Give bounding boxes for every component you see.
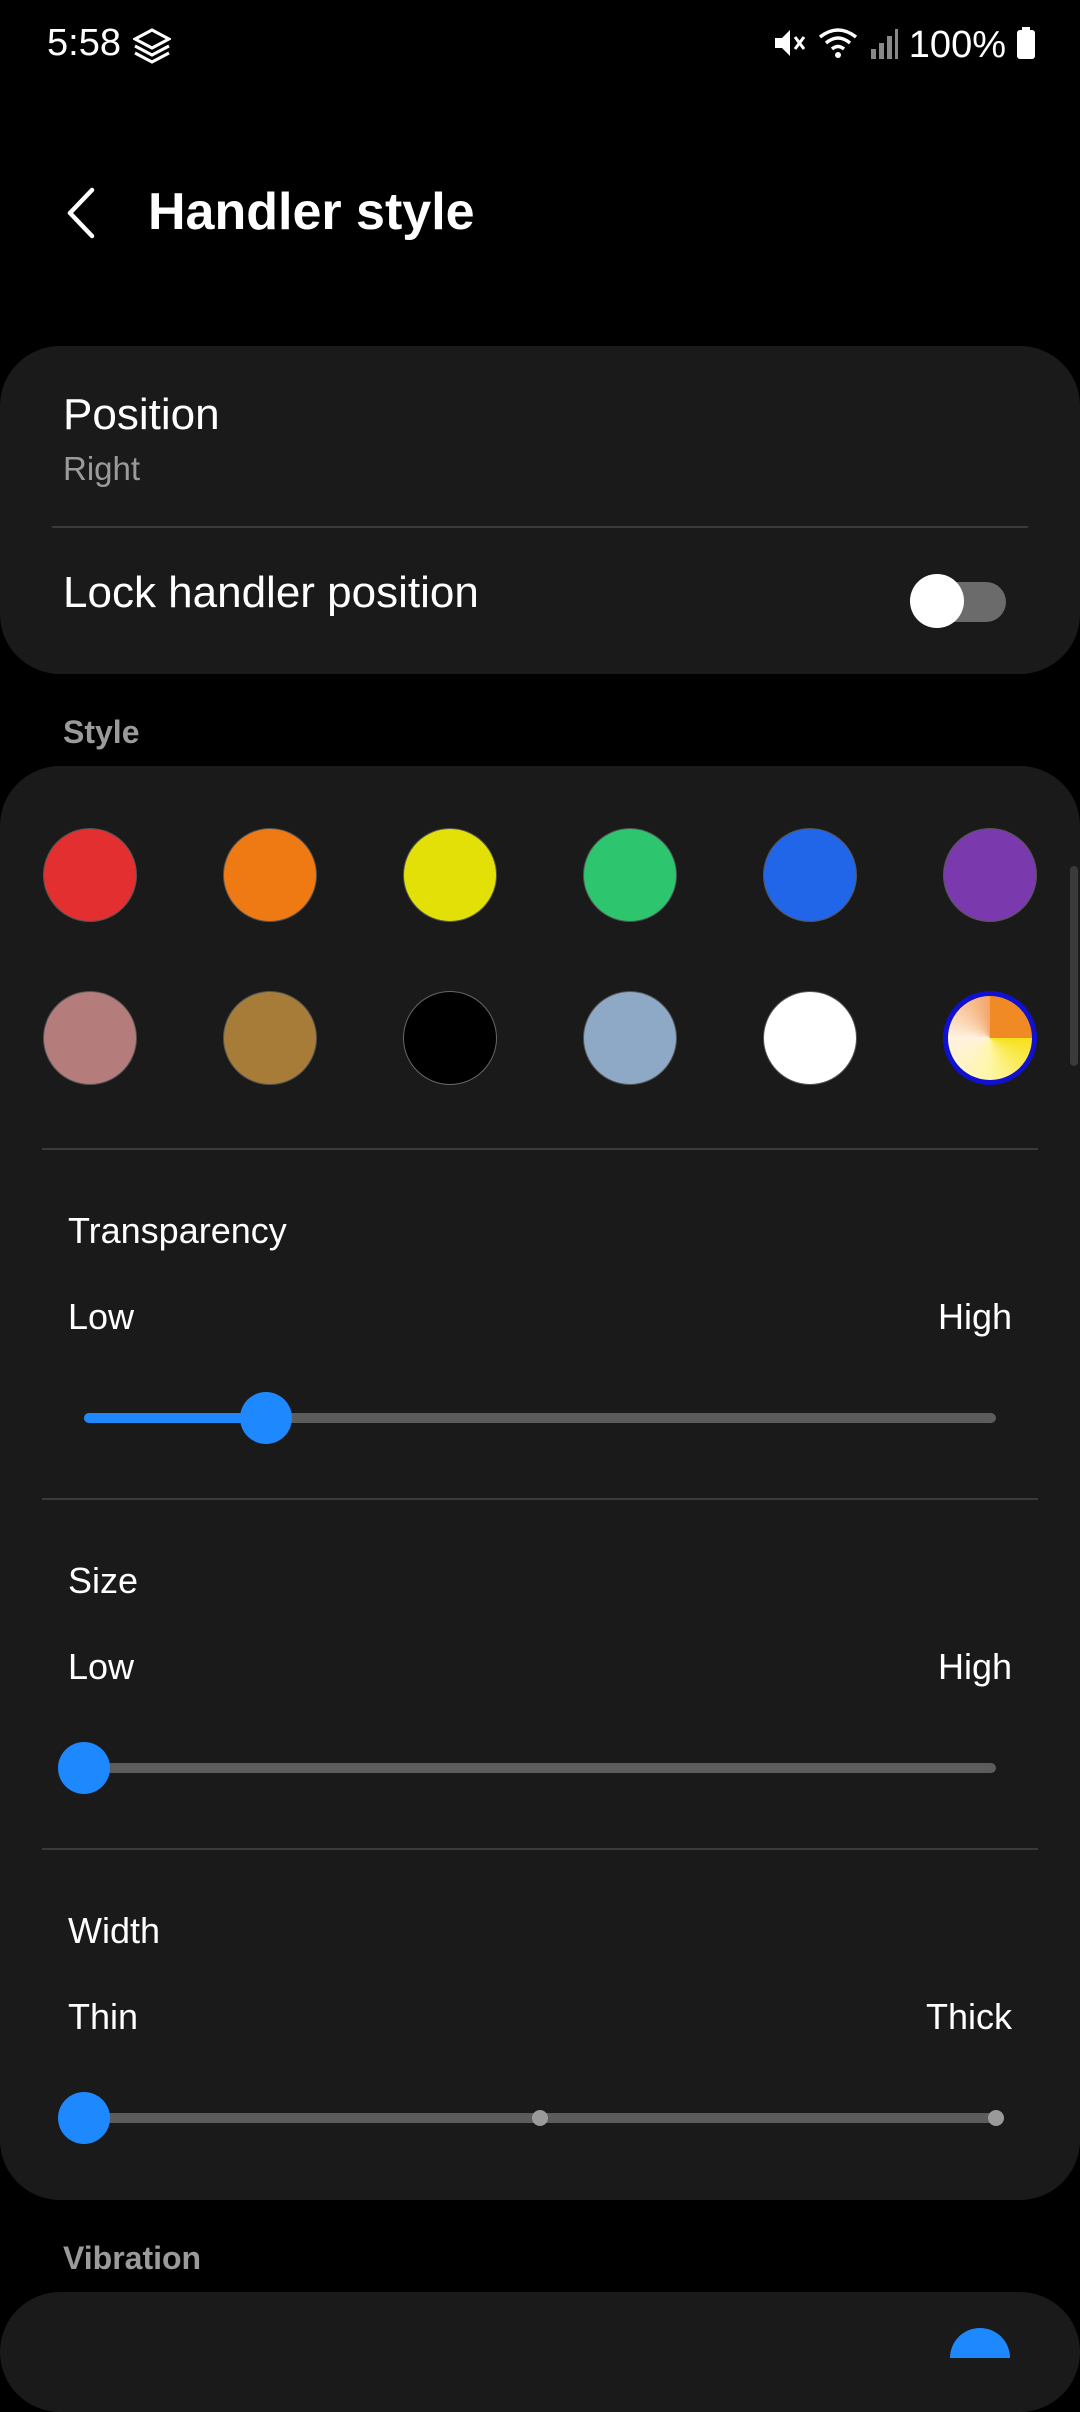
swatch-orange[interactable] xyxy=(223,828,317,922)
scrollbar[interactable] xyxy=(1070,866,1078,1066)
page-title: Handler style xyxy=(148,183,475,241)
mute-icon xyxy=(771,25,807,66)
battery-percent: 100% xyxy=(908,23,1006,66)
transparency-title: Transparency xyxy=(68,1210,287,1251)
swatch-black[interactable] xyxy=(403,991,497,1085)
chevron-left-icon[interactable] xyxy=(48,178,118,248)
swatch-yellow[interactable] xyxy=(403,828,497,922)
lock-handler-label: Lock handler position xyxy=(63,568,479,617)
swatch-light-blue[interactable] xyxy=(583,991,677,1085)
width-slider-thumb[interactable] xyxy=(58,2092,110,2144)
swatch-custom-selected[interactable] xyxy=(943,991,1037,1085)
position-title: Position xyxy=(63,390,220,439)
lock-handler-toggle[interactable] xyxy=(910,574,1010,628)
wifi-icon xyxy=(817,25,859,66)
width-step-dot xyxy=(988,2110,1004,2126)
size-title: Size xyxy=(68,1560,139,1601)
width-title: Width xyxy=(68,1910,161,1951)
divider xyxy=(42,1148,1038,1150)
divider xyxy=(42,1848,1038,1850)
transparency-slider-fill xyxy=(84,1413,266,1423)
swatch-red[interactable] xyxy=(43,828,137,922)
vibration-card xyxy=(0,2292,1080,2412)
width-step-dot xyxy=(532,2110,548,2126)
swatch-green[interactable] xyxy=(583,828,677,922)
style-card: Transparency Low High Size Low High Widt… xyxy=(0,766,1080,2200)
swatch-pink[interactable] xyxy=(43,991,137,1085)
swatch-blue[interactable] xyxy=(763,828,857,922)
transparency-low-label: Low xyxy=(68,1296,135,1337)
size-slider-track[interactable] xyxy=(84,1763,996,1773)
position-value: Right xyxy=(63,450,141,487)
swatch-brown[interactable] xyxy=(223,991,317,1085)
style-section-label: Style xyxy=(63,714,140,750)
status-bar: 5:58 100% xyxy=(0,0,1080,90)
position-row[interactable]: Position Right xyxy=(0,346,1080,526)
layers-icon xyxy=(131,28,173,64)
size-slider-thumb[interactable] xyxy=(58,1742,110,1794)
position-card: Position Right Lock handler position xyxy=(0,346,1080,674)
toggle-knob xyxy=(910,574,964,628)
size-high-label: High xyxy=(937,1646,1012,1687)
size-low-label: Low xyxy=(68,1646,135,1687)
width-thin-label: Thin xyxy=(68,1996,139,2037)
signal-icon xyxy=(869,25,899,66)
vibration-section-label: Vibration xyxy=(63,2240,202,2276)
status-time: 5:58 xyxy=(47,22,121,64)
app-bar: Handler style xyxy=(0,150,1080,270)
swatch-white[interactable] xyxy=(763,991,857,1085)
transparency-slider-thumb[interactable] xyxy=(240,1392,292,1444)
divider xyxy=(42,1498,1038,1500)
lock-handler-row[interactable]: Lock handler position xyxy=(0,528,1080,674)
width-thick-label: Thick xyxy=(925,1996,1012,2037)
swatch-purple[interactable] xyxy=(943,828,1037,922)
transparency-slider-track[interactable] xyxy=(84,1413,996,1423)
transparency-high-label: High xyxy=(937,1296,1012,1337)
battery-icon xyxy=(1016,25,1036,66)
